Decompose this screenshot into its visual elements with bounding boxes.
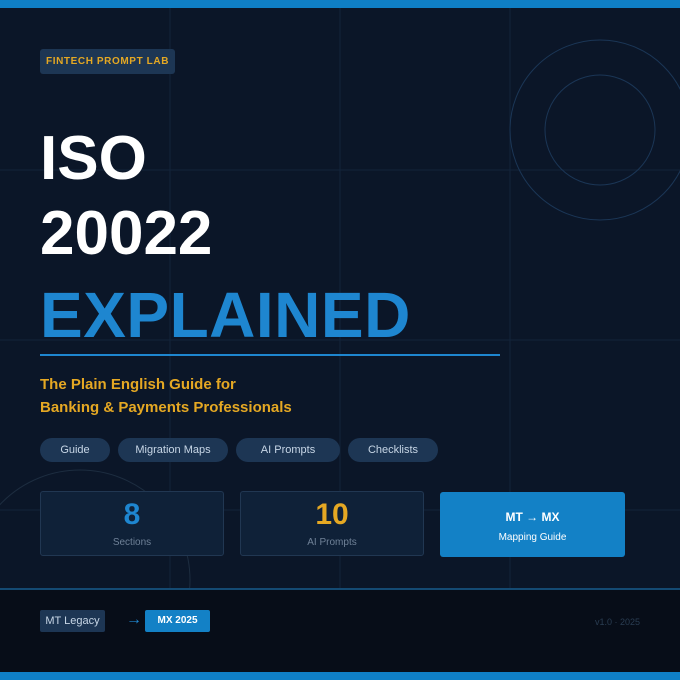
- mapping-card-subtitle: Mapping Guide: [498, 532, 567, 543]
- title-divider: [40, 354, 500, 356]
- title-line-number: 20022: [40, 199, 213, 268]
- stat-card-ai-prompts: 10 AI Prompts: [240, 491, 424, 556]
- subtitle-line-1: The Plain English Guide for: [40, 376, 236, 393]
- stat-number: 8: [123, 498, 141, 531]
- version-label: v1.0 · 2025: [594, 617, 640, 627]
- tag-guide: Guide: [40, 438, 110, 462]
- tag-migration-maps: Migration Maps: [118, 438, 228, 462]
- stat-label: AI Prompts: [307, 537, 357, 548]
- stat-label: Sections: [112, 537, 152, 548]
- mapping-card-title: MT → MX: [505, 510, 560, 524]
- tag-checklists: Checklists: [348, 438, 438, 462]
- title-line-explained: EXPLAINED: [40, 279, 411, 351]
- title-line-iso: ISO: [40, 124, 147, 193]
- arrow-right-icon: →: [126, 611, 142, 628]
- brand-badge: FINTECH PROMPT LAB: [40, 49, 176, 74]
- stat-number: 10: [315, 498, 349, 531]
- mt-legacy-pill: MT Legacy: [40, 610, 105, 632]
- stat-card-sections: 8 Sections: [40, 491, 224, 556]
- mapping-guide-card: MT → MX Mapping Guide: [440, 492, 625, 557]
- tag-ai-prompts: AI Prompts: [236, 438, 340, 462]
- cover-page: FINTECH PROMPT LAB ISO 20022 EXPLAINED T…: [0, 0, 680, 680]
- mx-2025-pill: MX 2025: [145, 610, 210, 632]
- subtitle-line-2: Banking & Payments Professionals: [40, 399, 292, 416]
- bottom-accent-bar: [0, 672, 680, 680]
